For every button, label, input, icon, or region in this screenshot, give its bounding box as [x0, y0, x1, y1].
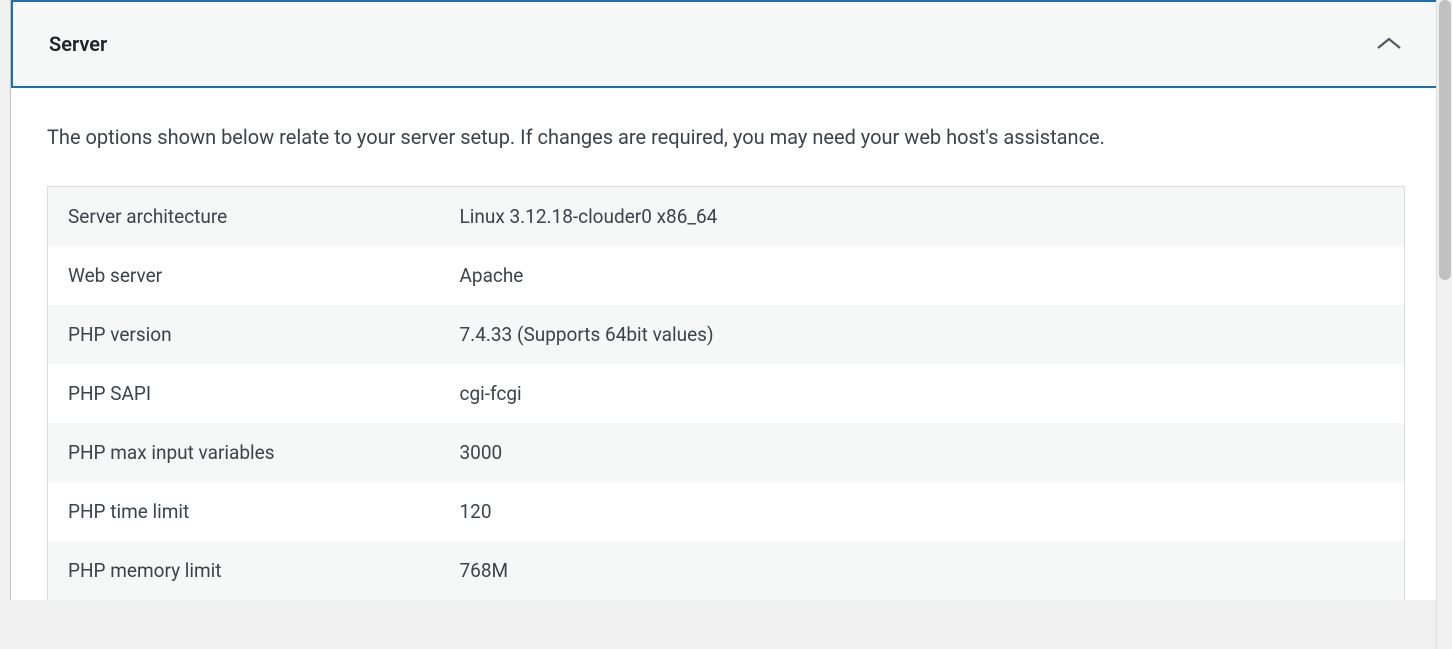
- row-label: PHP time limit: [48, 482, 440, 541]
- table-row: PHP max input variables 3000: [48, 423, 1405, 482]
- scrollbar-thumb[interactable]: [1439, 0, 1451, 280]
- table-row: PHP time limit 120: [48, 482, 1405, 541]
- row-value: Apache: [440, 246, 1405, 305]
- row-label: Server architecture: [48, 187, 440, 247]
- panel-title: Server: [49, 32, 107, 56]
- chevron-up-icon: [1375, 30, 1403, 58]
- row-value: 7.4.33 (Supports 64bit values): [440, 305, 1405, 364]
- row-label: PHP memory limit: [48, 541, 440, 600]
- row-value: cgi-fcgi: [440, 364, 1405, 423]
- table-row: PHP SAPI cgi-fcgi: [48, 364, 1405, 423]
- row-label: PHP version: [48, 305, 440, 364]
- server-panel-body: The options shown below relate to your s…: [11, 88, 1441, 600]
- row-label: Web server: [48, 246, 440, 305]
- server-panel: Server The options shown below relate to…: [10, 0, 1442, 600]
- row-value: Linux 3.12.18-clouder0 x86_64: [440, 187, 1405, 247]
- panel-description: The options shown below relate to your s…: [47, 122, 1405, 152]
- server-info-table: Server architecture Linux 3.12.18-cloude…: [47, 186, 1405, 600]
- server-panel-header[interactable]: Server: [11, 0, 1441, 88]
- row-value: 768M: [440, 541, 1405, 600]
- row-value: 120: [440, 482, 1405, 541]
- table-row: PHP version 7.4.33 (Supports 64bit value…: [48, 305, 1405, 364]
- table-row: PHP memory limit 768M: [48, 541, 1405, 600]
- vertical-scrollbar[interactable]: [1436, 0, 1452, 649]
- table-row: Server architecture Linux 3.12.18-cloude…: [48, 187, 1405, 247]
- table-row: Web server Apache: [48, 246, 1405, 305]
- row-label: PHP max input variables: [48, 423, 440, 482]
- row-value: 3000: [440, 423, 1405, 482]
- row-label: PHP SAPI: [48, 364, 440, 423]
